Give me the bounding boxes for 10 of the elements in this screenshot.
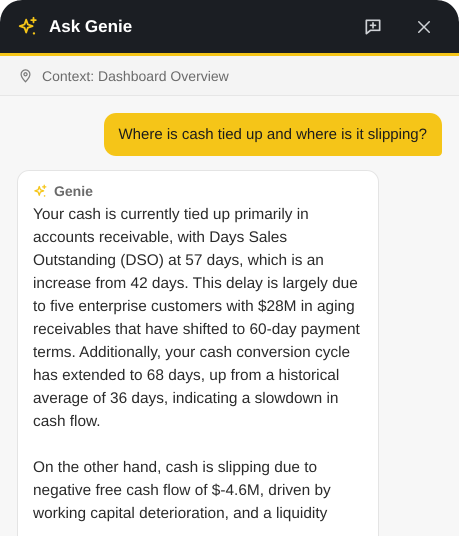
sparkle-icon <box>17 16 39 38</box>
message-paragraph: On the other hand, cash is slipping due to negative free cash flow of $-4.6M, driven by working capital deterioration, and a liquidity <box>33 458 332 524</box>
chat-plus-icon <box>363 16 383 36</box>
location-pin-icon <box>18 68 33 83</box>
window-title: Ask Genie <box>49 16 134 36</box>
user-message: Where is cash tied up and where is it slipping? <box>104 113 442 156</box>
message-paragraph: Your cash is currently tied up primarily in accounts receivable, with Days Sales Outstanding (DSO) at 57 days, which is an increase from 42 days. This delay is largely due to five enterprise customers with $28M in aging receivables that have shifted to 60-day payment terms. Additionally, your cash conversion cycle has extended to 68 days, up from a historical average of 36 days, indicating a slowdown in cash flow. <box>33 205 361 432</box>
sender-name: Genie <box>54 183 93 199</box>
context-label: Context: Dashboard Overview <box>42 68 229 84</box>
sparkle-icon <box>33 184 48 198</box>
